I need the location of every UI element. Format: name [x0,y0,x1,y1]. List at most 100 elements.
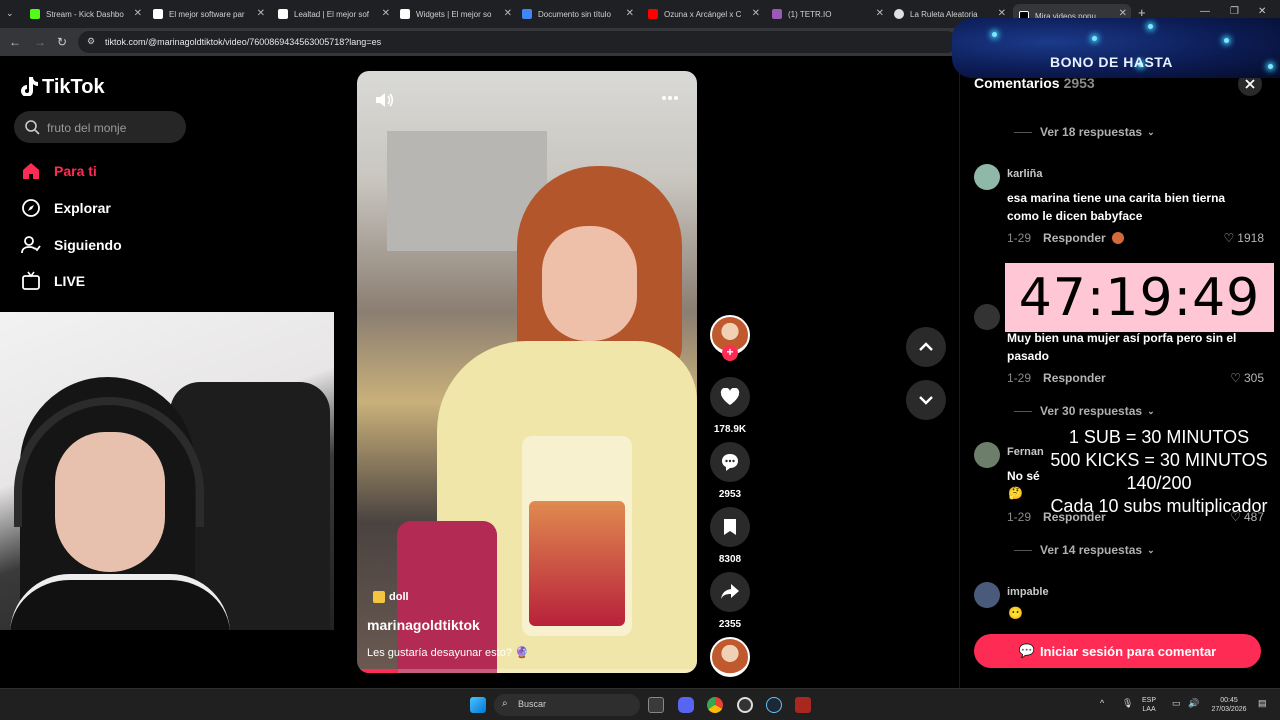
sparkle [1092,36,1097,41]
close-icon[interactable]: ✕ [876,8,884,19]
avatar[interactable] [974,164,1000,190]
browser-tab[interactable]: Widgets | El mejor so ✕ [400,4,516,24]
windows-start-icon[interactable] [470,697,486,713]
sound-avatar-button[interactable] [710,637,750,677]
mic-icon[interactable]: 🎙 [1122,699,1133,708]
video-player[interactable]: doll marinagoldtiktok Les gustaría desay… [357,71,697,673]
browser-tab[interactable]: Documento sin título ✕ [522,4,638,24]
avatar[interactable] [974,442,1000,468]
heart-icon[interactable] [710,377,750,417]
home-icon [20,160,42,182]
kick-icon [30,9,40,19]
view-replies-button[interactable]: Ver 18 respuestas ⌄ [1014,125,1155,139]
reply-button[interactable]: Responder [1043,231,1106,245]
video-progress-bar[interactable] [357,669,697,673]
browser-tab[interactable]: (1) TETR.IO ✕ [772,4,888,24]
nav-item-siguiendo[interactable]: Siguiendo [20,233,122,257]
browser-tab[interactable]: Stream - Kick Dashbo ✕ [30,4,146,24]
follow-plus-icon[interactable]: + [722,345,738,361]
video-author[interactable]: marinagoldtiktok [367,617,480,633]
like-button[interactable]: 178.9K [710,377,750,435]
login-to-comment-button[interactable]: 💬 Iniciar sesión para comentar [974,634,1261,668]
reload-button[interactable]: ↻ [57,35,67,49]
comment-button[interactable]: 2953 [710,442,750,500]
rule-line: 500 KICKS = 30 MINUTOS [1050,450,1268,470]
search-icon: ⌕ [502,698,508,709]
close-icon[interactable]: ✕ [752,8,760,19]
more-options-icon[interactable] [661,95,679,101]
omnibox[interactable]: ⚙ tiktok.com/@marinagoldtiktok/video/760… [78,31,958,53]
chevron-down-icon: ⌄ [1147,126,1155,137]
volume-icon[interactable]: 🔊 [1188,699,1199,708]
sound-disc-avatar[interactable] [710,637,750,677]
bookmark-icon[interactable] [710,507,750,547]
sparkle [992,32,997,37]
tray-chevron-icon[interactable]: ^ [1100,699,1104,708]
browser-tab[interactable]: Ozuna x Arcángel x C ✕ [648,4,764,24]
subathon-rules: 1 SUB = 30 MINUTOS 500 KICKS = 30 MINUTO… [1038,426,1280,518]
comment-username[interactable]: impable [1007,586,1049,598]
docs-icon [522,9,532,19]
view-replies-button[interactable]: Ver 14 respuestas ⌄ [1014,543,1155,557]
previous-video-button[interactable] [906,327,946,367]
subathon-timer: 47:19:49 [1005,263,1274,332]
like-count: 178.9K [713,424,747,435]
close-icon[interactable]: ✕ [257,8,265,19]
site-info-icon[interactable]: ⚙ [87,36,95,47]
wheel-icon [894,9,904,19]
avatar[interactable] [974,582,1000,608]
save-button[interactable]: 8308 [710,507,750,565]
share-arrow-icon[interactable] [710,572,750,612]
maximize-button[interactable]: ❐ [1230,6,1239,17]
close-icon[interactable]: ✕ [504,8,512,19]
tab-search-button[interactable]: ⌄ [6,8,14,19]
rule-line: 140/200 [1126,473,1192,493]
back-button[interactable]: ← [9,35,21,49]
sparkle [1268,64,1273,69]
notification-icon[interactable]: ▤ [1258,699,1267,708]
music-tag[interactable]: doll [373,591,409,603]
obs-icon[interactable] [737,697,753,713]
tiktok-logo[interactable]: TikTok [20,76,105,99]
save-count: 8308 [718,554,742,565]
divider-line [1014,549,1032,551]
comment-like-button[interactable]: ♡ 1918 [1224,231,1264,245]
window-close-button[interactable]: ✕ [1258,6,1266,17]
chrome-icon[interactable] [707,697,723,713]
steam-icon[interactable] [766,697,782,713]
close-icon[interactable]: ✕ [626,8,634,19]
reply-button[interactable]: Responder [1043,371,1106,385]
next-video-button[interactable] [906,380,946,420]
nav-item-live[interactable]: LIVE [20,269,85,293]
comment-text: esa marina tiene una carita bien tierna … [1007,191,1226,223]
url-text[interactable]: tiktok.com/@marinagoldtiktok/video/76008… [105,37,381,47]
search-input[interactable]: fruto del monje [14,111,186,143]
chevron-down-icon: ⌄ [1147,405,1155,416]
close-icon[interactable]: ✕ [382,8,390,19]
forward-button[interactable]: → [34,35,46,49]
dota-icon[interactable] [795,697,811,713]
comment-like-button[interactable]: ♡ 305 [1230,371,1264,385]
share-count: 2355 [718,619,742,630]
close-icon[interactable]: ✕ [134,8,142,19]
network-icon[interactable]: ▭ [1172,699,1181,708]
volume-icon[interactable] [373,89,395,111]
nav-item-para-ti[interactable]: Para ti [20,159,97,183]
browser-tab[interactable]: Lealtad | El mejor sof ✕ [278,4,394,24]
view-replies-button[interactable]: Ver 30 respuestas ⌄ [1014,404,1155,418]
comment-bubble-icon[interactable] [710,442,750,482]
share-button[interactable]: 2355 [710,572,750,630]
comment-icon: 💬 [1018,643,1035,658]
browser-tab[interactable]: El mejor software par ✕ [153,4,269,24]
author-avatar-button[interactable]: + [710,315,750,361]
language-indicator[interactable]: ESP LAA [1142,696,1156,714]
nav-item-explorar[interactable]: Explorar [20,196,111,220]
file-explorer-icon[interactable] [648,697,664,713]
search-icon[interactable] [24,119,40,135]
minimize-button[interactable]: — [1200,6,1210,17]
discord-icon[interactable] [678,697,694,713]
avatar[interactable] [974,304,1000,330]
comment-username[interactable]: karliña [1007,168,1042,180]
clock[interactable]: 00:45 27/03/2026 [1206,696,1252,714]
taskbar-search[interactable]: ⌕ Buscar [494,694,640,716]
